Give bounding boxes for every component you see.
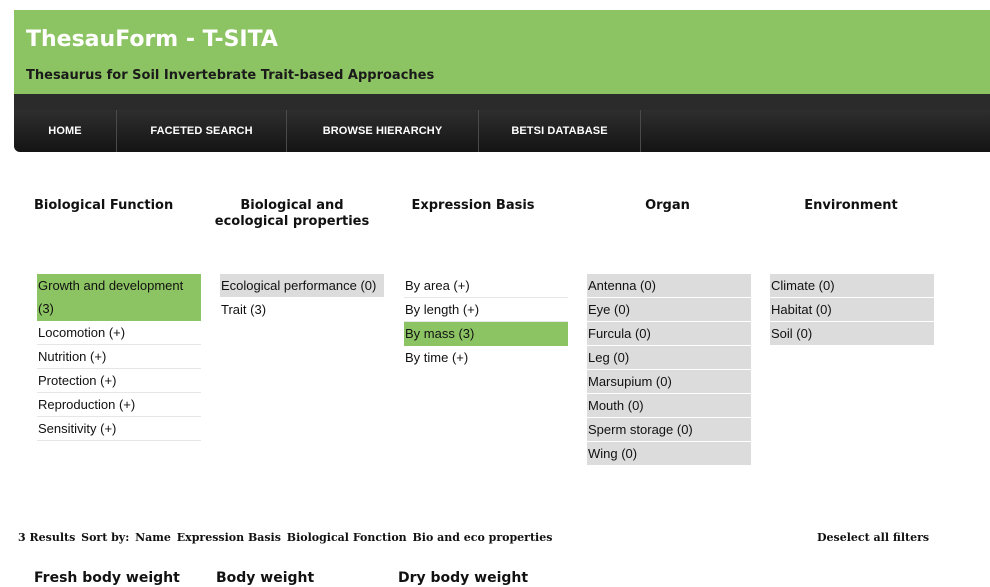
facet-item-by-mass[interactable]: By mass (3) (404, 322, 568, 346)
facet-item-locomotion[interactable]: Locomotion (+) (37, 321, 201, 345)
nav-browse-hierarchy[interactable]: BROWSE HIERARCHY (287, 110, 479, 152)
results-count: 3 Results (18, 531, 76, 544)
facet-item-leg[interactable]: Leg (0) (587, 346, 751, 370)
app-title: ThesauForm - T-SITA (26, 27, 278, 52)
facet-list-bio-eco-properties: Ecological performance (0) Trait (3) (220, 274, 384, 321)
facet-item-habitat[interactable]: Habitat (0) (770, 298, 934, 322)
facet-heading-bio-eco-properties: Biological and ecological properties (214, 198, 370, 229)
facet-item-sensitivity[interactable]: Sensitivity (+) (37, 417, 201, 441)
facet-item-reproduction[interactable]: Reproduction (+) (37, 393, 201, 417)
results-bar: 3 Results Sort by: Name Expression Basis… (18, 531, 554, 544)
facet-list-environment: Climate (0) Habitat (0) Soil (0) (770, 274, 934, 346)
nav-home[interactable]: HOME (14, 110, 117, 152)
sort-by-biological-function[interactable]: Biological Fonction (287, 531, 407, 544)
facet-item-ecological-performance[interactable]: Ecological performance (0) (220, 274, 384, 298)
facet-item-protection[interactable]: Protection (+) (37, 369, 201, 393)
facet-list-organ: Antenna (0) Eye (0) Furcula (0) Leg (0) … (587, 274, 751, 466)
facet-heading-biological-function: Biological Function (34, 198, 174, 213)
facet-item-mouth[interactable]: Mouth (0) (587, 394, 751, 418)
result-dry-body-weight[interactable]: Dry body weight (398, 570, 528, 586)
deselect-all-filters-link[interactable]: Deselect all filters (817, 531, 929, 544)
facet-item-trait[interactable]: Trait (3) (220, 298, 384, 321)
result-body-weight[interactable]: Body weight (216, 570, 314, 586)
facet-heading-environment: Environment (804, 198, 898, 213)
nav-betsi-database[interactable]: BETSI DATABASE (479, 110, 641, 152)
facet-item-wing[interactable]: Wing (0) (587, 442, 751, 466)
facet-list-biological-function: Growth and development (3) Locomotion (+… (37, 274, 201, 441)
site-header: ThesauForm - T-SITA Thesaurus for Soil I… (14, 10, 990, 94)
result-fresh-body-weight[interactable]: Fresh body weight (34, 570, 180, 586)
facet-item-growth-development[interactable]: Growth and development (3) (37, 274, 201, 321)
facet-item-nutrition[interactable]: Nutrition (+) (37, 345, 201, 369)
facet-item-climate[interactable]: Climate (0) (770, 274, 934, 298)
app-subtitle: Thesaurus for Soil Invertebrate Trait-ba… (26, 68, 435, 83)
sort-label: Sort by: (81, 531, 130, 544)
facet-item-antenna[interactable]: Antenna (0) (587, 274, 751, 298)
facet-item-by-length[interactable]: By length (+) (404, 298, 568, 322)
facet-heading-organ: Organ (645, 198, 690, 213)
facet-heading-expression-basis: Expression Basis (411, 198, 535, 213)
sort-by-bio-eco-properties[interactable]: Bio and eco properties (413, 531, 553, 544)
facet-item-marsupium[interactable]: Marsupium (0) (587, 370, 751, 394)
header-divider (14, 94, 990, 110)
main-nav: HOME FACETED SEARCH BROWSE HIERARCHY BET… (14, 110, 990, 152)
facet-item-furcula[interactable]: Furcula (0) (587, 322, 751, 346)
facet-list-expression-basis: By area (+) By length (+) By mass (3) By… (404, 274, 568, 369)
sort-by-name[interactable]: Name (135, 531, 171, 544)
facet-item-eye[interactable]: Eye (0) (587, 298, 751, 322)
facet-item-sperm-storage[interactable]: Sperm storage (0) (587, 418, 751, 442)
facet-item-soil[interactable]: Soil (0) (770, 322, 934, 346)
sort-by-expression-basis[interactable]: Expression Basis (177, 531, 281, 544)
facet-item-by-time[interactable]: By time (+) (404, 346, 568, 369)
facet-item-by-area[interactable]: By area (+) (404, 274, 568, 298)
nav-faceted-search[interactable]: FACETED SEARCH (117, 110, 287, 152)
